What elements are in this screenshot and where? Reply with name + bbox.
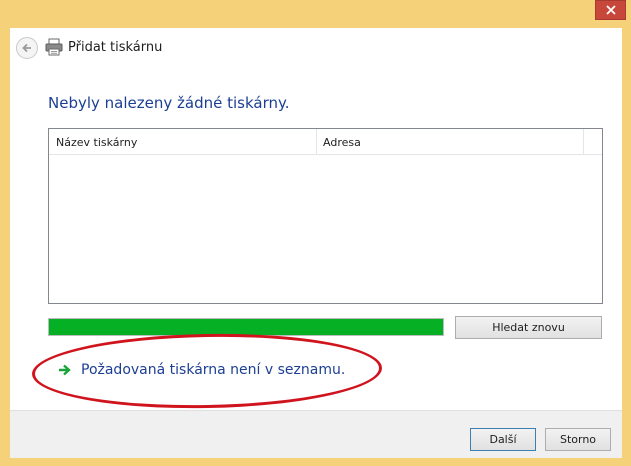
add-printer-window: Přidat tiskárnu Nebyly nalezeny žádné ti… bbox=[0, 0, 631, 466]
wizard-footer: Další Storno bbox=[10, 410, 622, 458]
printer-list[interactable]: Název tiskárny Adresa bbox=[48, 128, 603, 304]
close-button[interactable] bbox=[595, 0, 626, 20]
next-button[interactable]: Další bbox=[470, 428, 536, 451]
back-button[interactable] bbox=[16, 37, 38, 59]
printer-icon bbox=[45, 38, 63, 56]
column-header-printer-name[interactable]: Název tiskárny bbox=[49, 129, 317, 154]
cancel-button[interactable]: Storno bbox=[545, 428, 611, 451]
page-title: Nebyly nalezeny žádné tiskárny. bbox=[48, 94, 290, 112]
search-again-button[interactable]: Hledat znovu bbox=[455, 316, 602, 339]
list-header: Název tiskárny Adresa bbox=[49, 129, 602, 155]
column-header-address[interactable]: Adresa bbox=[317, 129, 584, 154]
close-icon bbox=[605, 5, 616, 15]
window-title: Přidat tiskárnu bbox=[68, 40, 163, 55]
wizard-header: Přidat tiskárnu bbox=[10, 28, 622, 72]
back-arrow-icon bbox=[22, 43, 31, 53]
progress-fill bbox=[49, 319, 443, 335]
